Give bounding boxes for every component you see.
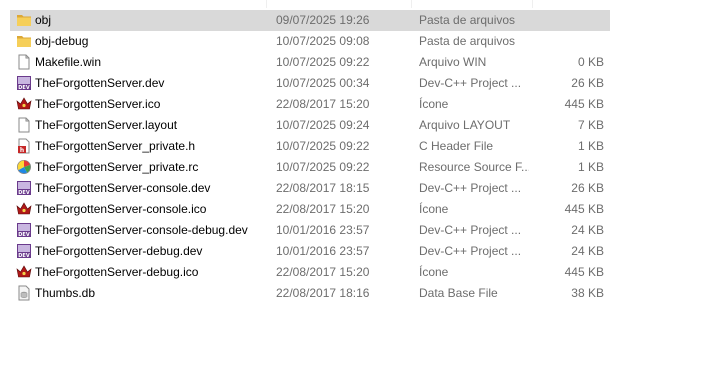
- file-type: Dev-C++ Project ...: [419, 244, 522, 258]
- file-name: TheForgottenServer.layout: [35, 118, 178, 132]
- column-separator[interactable]: [411, 0, 412, 8]
- file-row[interactable]: obj 09/07/2025 19:26 Pasta de arquivos: [10, 10, 610, 31]
- file-type: Ícone: [419, 97, 449, 111]
- file-modified-date: 10/07/2025 09:08: [276, 34, 370, 48]
- file-modified-date: 22/08/2017 15:20: [276, 265, 370, 279]
- devcpp-project-icon: DEV: [16, 222, 32, 238]
- file-name: TheForgottenServer-console.dev: [35, 181, 211, 195]
- file-size: [530, 10, 604, 31]
- file-modified-date: 22/08/2017 18:16: [276, 286, 370, 300]
- blank-file-icon: [16, 117, 32, 133]
- file-row[interactable]: TheForgottenServer_private.rc 10/07/2025 …: [10, 157, 610, 178]
- file-size: 24 KB: [571, 244, 604, 258]
- file-size: 24 KB: [571, 223, 604, 237]
- file-size: 7 KB: [577, 118, 604, 132]
- file-type: Arquivo LAYOUT: [419, 118, 511, 132]
- folder-icon: [16, 33, 32, 49]
- folder-icon: [16, 12, 32, 28]
- file-modified-date: 10/01/2016 23:57: [276, 244, 370, 258]
- file-row[interactable]: h TheForgottenServer_private.h 10/07/2025 …: [10, 136, 610, 157]
- file-size: 445 KB: [564, 97, 604, 111]
- file-modified-date: 10/07/2025 09:22: [276, 55, 370, 69]
- column-separator[interactable]: [532, 0, 533, 8]
- file-name: TheForgottenServer-debug.ico: [35, 265, 199, 279]
- file-row[interactable]: DEV TheForgottenServer-debug.dev 10/01/201…: [10, 241, 610, 262]
- file-row[interactable]: TheForgottenServer-console.ico 22/08/2017…: [10, 199, 610, 220]
- svg-text:DEV: DEV: [18, 232, 30, 238]
- svg-text:DEV: DEV: [18, 253, 30, 259]
- file-row[interactable]: DEV TheForgottenServer.dev 10/07/2025 00:3…: [10, 73, 610, 94]
- file-modified-date: 22/08/2017 15:20: [276, 202, 370, 216]
- file-modified-date: 22/08/2017 15:20: [276, 97, 370, 111]
- file-modified-date: 10/07/2025 09:24: [276, 118, 370, 132]
- file-row[interactable]: TheForgottenServer.ico 22/08/2017 15:20 Íc…: [10, 94, 610, 115]
- devcpp-project-icon: DEV: [16, 180, 32, 196]
- file-name: TheForgottenServer.dev: [35, 76, 165, 90]
- file-size: 1 KB: [577, 160, 604, 174]
- devcpp-project-icon: DEV: [16, 243, 32, 259]
- file-type: Ícone: [419, 202, 449, 216]
- database-file-icon: [16, 285, 32, 301]
- column-separator[interactable]: [266, 0, 267, 8]
- file-type: Dev-C++ Project ...: [419, 181, 522, 195]
- file-name: TheForgottenServer.ico: [35, 97, 161, 111]
- file-row[interactable]: TheForgottenServer-debug.ico 22/08/2017 1…: [10, 262, 610, 283]
- file-name: Thumbs.db: [35, 286, 96, 300]
- file-row[interactable]: Makefile.win 10/07/2025 09:22 Arquivo WIN 0…: [10, 52, 610, 73]
- file-size: 1 KB: [577, 139, 604, 153]
- svg-text:DEV: DEV: [18, 190, 30, 196]
- file-name: TheForgottenServer_private.h: [35, 139, 196, 153]
- file-modified-date: 22/08/2017 18:15: [276, 181, 370, 195]
- file-type: Pasta de arquivos: [419, 13, 516, 27]
- svg-text:DEV: DEV: [18, 85, 30, 91]
- file-type: Ícone: [419, 265, 449, 279]
- file-size: 26 KB: [571, 181, 604, 195]
- c-header-icon: h: [16, 138, 32, 154]
- file-type: Pasta de arquivos: [419, 34, 516, 48]
- file-name: obj-debug: [35, 34, 89, 48]
- file-name: TheForgottenServer-console.ico: [35, 202, 207, 216]
- file-size: 445 KB: [564, 265, 604, 279]
- file-modified-date: 10/07/2025 09:22: [276, 139, 370, 153]
- crown-icon: [16, 201, 32, 217]
- file-type: Dev-C++ Project ...: [419, 76, 522, 90]
- file-type: Data Base File: [419, 286, 498, 300]
- file-name: obj: [35, 13, 52, 27]
- file-row[interactable]: obj-debug 10/07/2025 09:08 Pasta de arquiv…: [10, 31, 610, 52]
- svg-text:h: h: [20, 147, 24, 154]
- file-size: 0 KB: [577, 55, 604, 69]
- file-name: Makefile.win: [35, 55, 102, 69]
- file-type: C Header File: [419, 139, 494, 153]
- file-row[interactable]: Thumbs.db 22/08/2017 18:16 Data Base File 3…: [10, 283, 610, 304]
- resource-file-icon: [16, 159, 32, 175]
- file-name: TheForgottenServer-console-debug.dev: [35, 223, 248, 237]
- file-row[interactable]: DEV TheForgottenServer-console-debug.dev 1…: [10, 220, 610, 241]
- crown-icon: [16, 96, 32, 112]
- devcpp-project-icon: DEV: [16, 75, 32, 91]
- file-type: Arquivo WIN: [419, 55, 487, 69]
- file-size: [530, 31, 604, 52]
- file-type: Dev-C++ Project ...: [419, 223, 522, 237]
- blank-file-icon: [16, 54, 32, 70]
- file-modified-date: 09/07/2025 19:26: [276, 13, 370, 27]
- crown-icon: [16, 264, 32, 280]
- file-size: 445 KB: [564, 202, 604, 216]
- file-name: TheForgottenServer_private.rc: [35, 160, 199, 174]
- file-row[interactable]: TheForgottenServer.layout 10/07/2025 09:2…: [10, 115, 610, 136]
- file-size: 38 KB: [571, 286, 604, 300]
- file-modified-date: 10/07/2025 00:34: [276, 76, 370, 90]
- file-row[interactable]: DEV TheForgottenServer-console.dev 22/08/2…: [10, 178, 610, 199]
- file-type: Resource Source F...: [419, 160, 529, 174]
- file-modified-date: 10/07/2025 09:22: [276, 160, 370, 174]
- file-name: TheForgottenServer-debug.dev: [35, 244, 203, 258]
- file-size: 26 KB: [571, 76, 604, 90]
- file-modified-date: 10/01/2016 23:57: [276, 223, 370, 237]
